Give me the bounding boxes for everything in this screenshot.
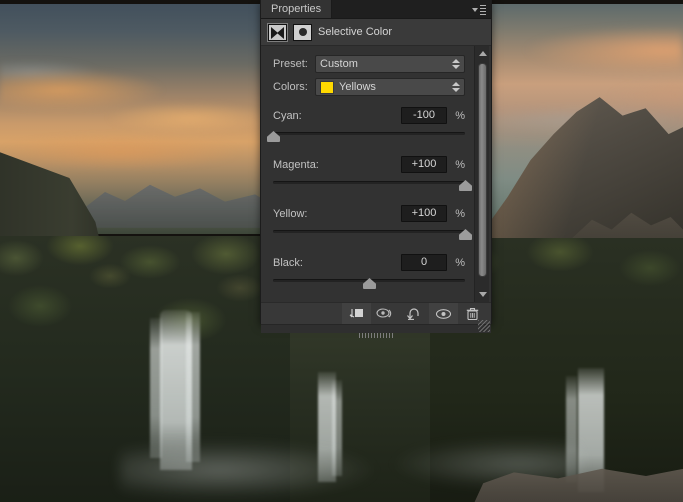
preset-label: Preset: bbox=[273, 58, 315, 70]
tab-properties-label: Properties bbox=[271, 3, 321, 15]
panel-menu-triangle-icon bbox=[472, 8, 478, 12]
black-slider[interactable] bbox=[273, 277, 465, 293]
properties-panel[interactable]: Properties Selective Color Preset: bbox=[260, 0, 492, 324]
magenta-label: Magenta: bbox=[273, 159, 401, 171]
cyan-header: Cyan: -100 % bbox=[273, 106, 465, 125]
selective-color-icon[interactable] bbox=[268, 24, 287, 41]
black-label: Black: bbox=[273, 257, 401, 269]
view-previous-state-icon[interactable] bbox=[371, 303, 400, 325]
layer-mask-icon[interactable] bbox=[293, 24, 312, 41]
clip-to-layer-icon[interactable] bbox=[342, 303, 371, 325]
reset-icon[interactable] bbox=[400, 303, 429, 325]
cyan-slider[interactable] bbox=[273, 130, 465, 146]
preset-value: Custom bbox=[320, 58, 358, 70]
panel-toolbar bbox=[261, 302, 491, 324]
magenta-header: Magenta: +100 % bbox=[273, 155, 465, 174]
clouds-left bbox=[0, 60, 274, 170]
color-swatch-icon bbox=[320, 81, 334, 94]
scrollbar-thumb[interactable] bbox=[478, 63, 487, 277]
panel-menu-icon[interactable] bbox=[472, 4, 486, 15]
panel-body: Preset: Custom Colors: Yellows Cyan: bbox=[261, 46, 491, 302]
toggle-visibility-icon[interactable] bbox=[429, 303, 458, 325]
page-title: Selective Color bbox=[318, 26, 392, 38]
preset-row: Preset: Custom bbox=[273, 54, 465, 74]
panel-resize-grip[interactable] bbox=[478, 320, 490, 332]
colors-spinner-icon[interactable] bbox=[452, 82, 460, 92]
panel-tab-bar: Properties bbox=[261, 0, 491, 19]
colors-label: Colors: bbox=[273, 81, 315, 93]
tab-properties[interactable]: Properties bbox=[261, 0, 332, 18]
panel-drag-grip[interactable] bbox=[359, 333, 393, 338]
yellow-slider-track bbox=[273, 230, 465, 233]
adjustment-header: Selective Color bbox=[261, 19, 491, 46]
black-input[interactable]: 0 bbox=[401, 254, 447, 271]
app-root: Properties Selective Color Preset: bbox=[0, 0, 683, 502]
magenta-unit: % bbox=[447, 159, 465, 171]
panel-footer bbox=[261, 324, 491, 333]
panel-scrollbar[interactable] bbox=[474, 46, 489, 302]
preset-select[interactable]: Custom bbox=[315, 55, 465, 73]
cyan-label: Cyan: bbox=[273, 110, 401, 122]
slider-group-magenta: Magenta: +100 % bbox=[273, 155, 465, 195]
slider-group-cyan: Cyan: -100 % bbox=[273, 106, 465, 146]
colors-value: Yellows bbox=[339, 81, 376, 93]
magenta-slider-track bbox=[273, 181, 465, 184]
yellow-slider[interactable] bbox=[273, 228, 465, 244]
scroll-up-arrow-icon[interactable] bbox=[475, 47, 490, 60]
colors-select[interactable]: Yellows bbox=[315, 78, 465, 96]
preset-spinner-icon[interactable] bbox=[452, 59, 460, 69]
yellow-unit: % bbox=[447, 208, 465, 220]
yellow-input[interactable]: +100 bbox=[401, 205, 447, 222]
cyan-unit: % bbox=[447, 110, 465, 122]
slider-group-yellow: Yellow: +100 % bbox=[273, 204, 465, 244]
scroll-down-arrow-icon[interactable] bbox=[475, 288, 490, 301]
yellow-header: Yellow: +100 % bbox=[273, 204, 465, 223]
cyan-slider-track bbox=[273, 132, 465, 135]
yellow-label: Yellow: bbox=[273, 208, 401, 220]
black-unit: % bbox=[447, 257, 465, 269]
panel-menu-lines-icon bbox=[480, 5, 486, 15]
black-header: Black: 0 % bbox=[273, 253, 465, 272]
cyan-input[interactable]: -100 bbox=[401, 107, 447, 124]
magenta-slider[interactable] bbox=[273, 179, 465, 195]
slider-group-black: Black: 0 % bbox=[273, 253, 465, 293]
colors-row: Colors: Yellows bbox=[273, 77, 465, 97]
magenta-input[interactable]: +100 bbox=[401, 156, 447, 173]
